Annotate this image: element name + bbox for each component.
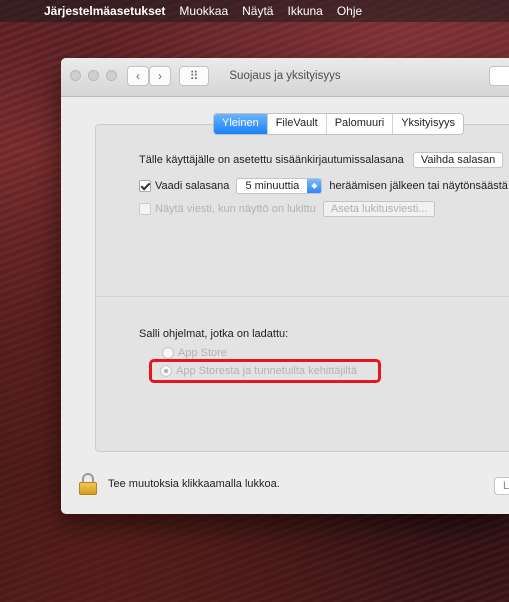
password-set-text: Tälle käyttäjälle on asetettu sisäänkirj… xyxy=(139,153,404,166)
menu-bar: Järjestelmäasetukset Muokkaa Näytä Ikkun… xyxy=(0,0,509,22)
show-message-row: Näytä viesti, kun näyttö on lukittu Aset… xyxy=(139,201,436,217)
require-password-label: Vaadi salasana xyxy=(155,179,230,192)
lock-area: Tee muutoksia klikkaamalla lukkoa. xyxy=(79,473,280,495)
chevron-updown-icon: ◆ xyxy=(307,179,322,193)
tab-bar: Yleinen FileVault Palomuuri Yksityisyys xyxy=(213,113,464,135)
tab-firewall[interactable]: Palomuuri xyxy=(325,114,393,134)
password-delay-select[interactable]: 5 minuuttia ◆ xyxy=(236,178,323,194)
highlight-box xyxy=(149,359,381,383)
tab-filevault[interactable]: FileVault xyxy=(266,114,326,134)
tab-general[interactable]: Yleinen xyxy=(214,114,267,134)
change-password-button[interactable]: Vaihda salasan xyxy=(412,152,504,168)
settings-panel xyxy=(95,124,509,452)
radio-app-store-row: App Store xyxy=(162,347,227,360)
tab-privacy[interactable]: Yksityisyys xyxy=(392,114,463,134)
require-password-suffix: heräämisen jälkeen tai näytönsäästä xyxy=(329,179,508,192)
radio-app-store-label: App Store xyxy=(178,347,227,359)
set-lock-message-button[interactable]: Aseta lukitusviesti... xyxy=(322,201,436,217)
require-password-row: Vaadi salasana 5 minuuttia ◆ heräämisen … xyxy=(139,178,508,194)
window-title: Suojaus ja yksityisyys xyxy=(229,70,341,82)
password-delay-value: 5 minuuttia xyxy=(245,180,300,192)
security-privacy-window: ‹ › ⠿ Suojaus ja yksityisyys Yleinen Fil… xyxy=(61,58,509,514)
radio-app-store[interactable] xyxy=(162,347,174,360)
menu-app-name[interactable]: Järjestelmäasetukset xyxy=(44,4,165,18)
divider xyxy=(95,296,509,297)
menu-window[interactable]: Ikkuna xyxy=(287,4,322,18)
title-bar: ‹ › ⠿ Suojaus ja yksityisyys xyxy=(61,58,509,97)
search-field[interactable] xyxy=(489,66,509,86)
menu-edit[interactable]: Muokkaa xyxy=(179,4,228,18)
advanced-button[interactable]: L xyxy=(494,477,509,495)
show-message-checkbox[interactable] xyxy=(139,203,151,215)
menu-help[interactable]: Ohje xyxy=(337,4,362,18)
menu-view[interactable]: Näytä xyxy=(242,4,273,18)
lock-text: Tee muutoksia klikkaamalla lukkoa. xyxy=(108,478,280,490)
allow-apps-heading: Salli ohjelmat, jotka on ladattu: xyxy=(139,328,289,340)
show-message-label: Näytä viesti, kun näyttö on lukittu xyxy=(155,202,316,215)
password-set-row: Tälle käyttäjälle on asetettu sisäänkirj… xyxy=(139,152,504,168)
lock-icon[interactable] xyxy=(79,473,97,495)
require-password-checkbox[interactable] xyxy=(139,180,151,192)
